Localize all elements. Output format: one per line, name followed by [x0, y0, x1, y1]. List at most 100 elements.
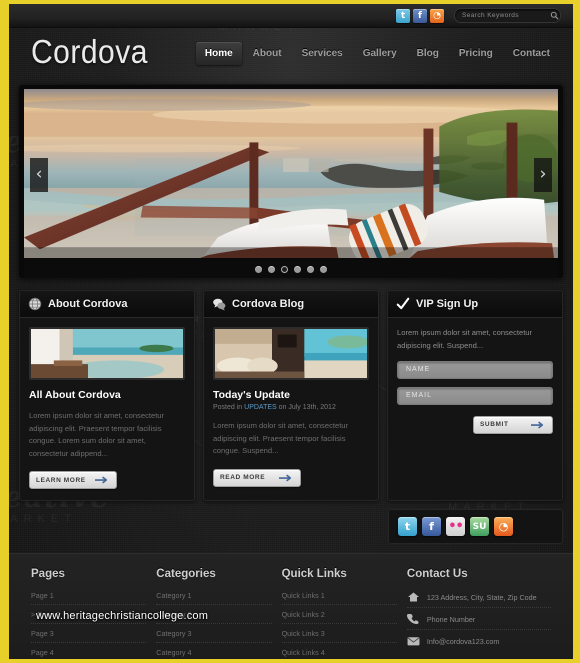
about-box-body: All About Cordova Lorem ipsum dolor sit …	[20, 318, 194, 500]
vip-name-input[interactable]	[397, 360, 553, 379]
blog-meta: Posted in UPDATES on July 13th, 2012	[213, 404, 369, 411]
blog-box: Cordova Blog Today's Update Posted in UP…	[203, 290, 379, 502]
vip-description: Lorem ipsum dolor sit amet, consectetur …	[397, 328, 533, 350]
hero-slider: ‹ ›	[19, 84, 563, 278]
blog-box-title: Cordova Blog	[232, 298, 305, 310]
flickr-icon[interactable]: ••	[446, 517, 465, 537]
footer-column-pages: Pages Page 1 > Page 2 Page 3 Page 4	[31, 568, 147, 659]
footer-quicklinks-title: Quick Links	[281, 568, 347, 581]
footer-link[interactable]: Category 1	[156, 591, 272, 606]
phone-icon	[406, 614, 419, 625]
social-links-panel: t f •• SU ◔	[19, 509, 563, 545]
slider-dot[interactable]	[307, 265, 314, 273]
footer-link[interactable]: Quick Links 1	[281, 591, 397, 606]
learn-more-button[interactable]: LEARN MORE	[29, 471, 117, 490]
envelope-icon	[407, 637, 420, 646]
nav-item-contact[interactable]: Contact	[504, 42, 559, 65]
social-links-inner: t f •• SU ◔	[388, 509, 563, 545]
nav-item-pricing[interactable]: Pricing	[450, 42, 502, 65]
search-box[interactable]	[454, 8, 561, 23]
slider-dot-active[interactable]	[281, 265, 288, 273]
blog-thumbnail[interactable]	[213, 327, 369, 380]
main-navigation: Home About Services Gallery Blog Pricing…	[195, 41, 559, 65]
slider-dot[interactable]	[320, 265, 327, 273]
about-thumbnail[interactable]	[29, 327, 185, 380]
submit-button[interactable]: SUBMIT	[473, 415, 553, 434]
vip-email-input[interactable]	[397, 386, 553, 405]
blog-box-header: Cordova Blog	[204, 291, 378, 318]
globe-icon	[28, 297, 42, 311]
vip-box-header: VIP Sign Up	[388, 291, 562, 318]
blog-card-title: Today's Update	[213, 389, 290, 401]
footer-link[interactable]: > Page 2	[31, 610, 147, 625]
checkmark-icon	[396, 297, 410, 310]
blog-excerpt: Lorem ipsum dolor sit amet, consectetur …	[213, 421, 349, 456]
stumbleupon-icon[interactable]: SU	[470, 517, 489, 537]
rss-icon[interactable]: ◔	[494, 517, 513, 537]
facebook-icon[interactable]: f	[413, 8, 427, 23]
site-logo[interactable]: Cordova	[31, 34, 148, 72]
vip-submit-row: SUBMIT	[397, 405, 553, 434]
slider-dot[interactable]	[294, 265, 301, 273]
vip-box-body: Lorem ipsum dolor sit amet, consectetur …	[388, 318, 562, 445]
footer-column-categories: Categories Category 1 Category 2 Categor…	[156, 568, 272, 659]
footer-categories-title: Categories	[156, 568, 216, 581]
arrow-right-icon	[95, 476, 108, 484]
read-more-button[interactable]: READ MORE	[213, 468, 301, 487]
contact-phone-row: Phone Number	[406, 613, 552, 631]
about-box-header: About Cordova	[20, 291, 194, 318]
arrow-right-icon	[531, 421, 544, 429]
slider-dot[interactable]	[255, 265, 262, 273]
footer-column-contact: Contact Us 123 Address, City, State, Zip…	[406, 568, 552, 656]
blog-box-body: Today's Update Posted in UPDATES on July…	[204, 318, 378, 498]
slider-prev-arrow[interactable]: ‹	[30, 157, 48, 192]
twitter-icon[interactable]: t	[398, 517, 417, 537]
site-footer: Pages Page 1 > Page 2 Page 3 Page 4 Cate…	[9, 553, 573, 659]
nav-item-home[interactable]: Home	[195, 41, 242, 65]
footer-link[interactable]: Quick Links 3	[281, 629, 397, 644]
top-utility-bar: t f ◔	[9, 4, 573, 28]
footer-column-quicklinks: Quick Links Quick Links 1 Quick Links 2 …	[281, 568, 397, 659]
submit-label: SUBMIT	[480, 421, 509, 429]
page-frame: Creative MARKET Creative MARKET Creative…	[0, 0, 580, 663]
twitter-icon[interactable]: t	[396, 8, 410, 23]
footer-link[interactable]: Category 4	[156, 648, 271, 659]
search-input[interactable]	[462, 12, 550, 19]
home-icon	[407, 592, 419, 602]
slide-image	[24, 89, 558, 259]
slider-pagination	[24, 260, 558, 278]
footer-link[interactable]: Category 2	[156, 610, 272, 625]
contact-phone: Phone Number	[426, 614, 476, 624]
footer-link[interactable]: Page 3	[31, 629, 147, 644]
nav-item-blog[interactable]: Blog	[408, 42, 448, 65]
footer-link[interactable]: Quick Links 2	[281, 610, 397, 625]
about-excerpt: Lorem ipsum dolor sit amet, consectetur …	[29, 411, 165, 458]
slider-next-arrow[interactable]: ›	[534, 157, 552, 192]
vip-box-title: VIP Sign Up	[416, 298, 479, 310]
contact-email-row: Info@cordova123.com	[407, 635, 551, 651]
nav-item-gallery[interactable]: Gallery	[354, 42, 406, 65]
footer-link[interactable]: Page 4	[31, 648, 146, 659]
blog-meta-prefix: Posted in	[213, 404, 245, 411]
footer-contact-title: Contact Us	[406, 568, 468, 581]
blog-category-link[interactable]: UPDATES	[244, 404, 277, 411]
nav-item-about[interactable]: About	[244, 42, 291, 65]
footer-link[interactable]: Quick Links 4	[282, 648, 397, 659]
about-box-title: About Cordova	[48, 298, 128, 310]
facebook-icon[interactable]: f	[422, 517, 441, 537]
learn-more-label: LEARN MORE	[36, 476, 86, 484]
footer-link[interactable]: Page 1	[31, 591, 147, 606]
about-card-title: All About Cordova	[29, 389, 121, 401]
contact-email[interactable]: Info@cordova123.com	[427, 637, 499, 646]
rss-icon[interactable]: ◔	[430, 8, 444, 23]
about-box: About Cordova All About Cordova Lorem ip…	[19, 290, 195, 502]
site-header: Cordova Home About Services Gallery Blog…	[9, 28, 573, 78]
slider-dot[interactable]	[268, 265, 275, 273]
slide: ‹ ›	[24, 89, 558, 260]
search-icon[interactable]	[550, 11, 559, 20]
footer-link[interactable]: Category 3	[156, 629, 272, 644]
speech-bubble-icon	[213, 298, 226, 311]
contact-address: 123 Address, City, State, Zip Code	[426, 592, 537, 602]
nav-item-services[interactable]: Services	[293, 42, 352, 65]
blog-meta-date: on July 13th, 2012	[276, 404, 336, 411]
